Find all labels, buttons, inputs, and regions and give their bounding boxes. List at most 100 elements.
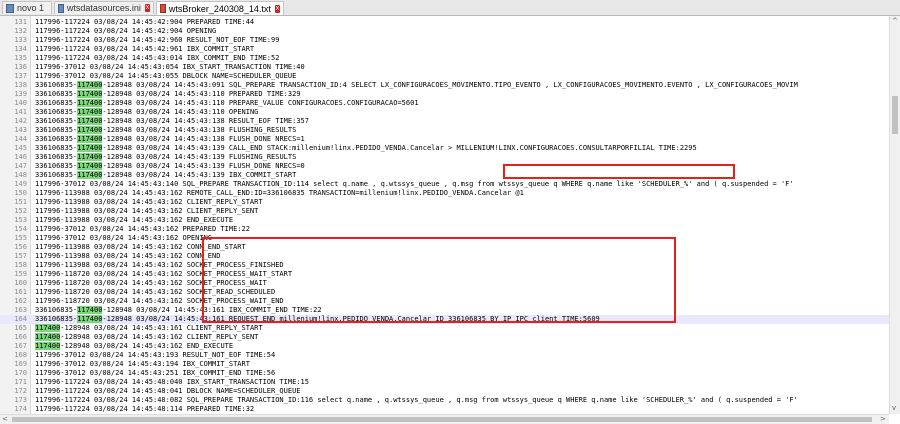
highlight-box-call-end: [503, 164, 735, 179]
log-line[interactable]: 148 336106835-117400-128948 03/08/24 14:4…: [0, 171, 889, 180]
line-number: 162: [14, 297, 27, 305]
log-line[interactable]: 131 117996-117224 03/08/24 14:45:42:904 P…: [0, 18, 889, 27]
scroll-up-icon[interactable]: ^: [892, 17, 898, 25]
log-line-text: 336106835-117400-128948 03/08/24 14:45:4…: [35, 153, 297, 161]
line-number: 168: [14, 351, 27, 359]
log-line[interactable]: 135 117996-117224 03/08/24 14:45:43:014 I…: [0, 54, 889, 63]
log-line-text: 117400-128948 03/08/24 14:45:43:162 END_…: [35, 342, 234, 350]
line-number: 170: [14, 369, 27, 377]
log-line-text: 117996-117224 03/08/24 14:45:48:114 PREP…: [35, 405, 255, 413]
line-number: 144: [14, 135, 27, 143]
line-number: 138: [14, 81, 27, 89]
line-number: 152: [14, 207, 27, 215]
log-line[interactable]: 150 117996-113988 03/08/24 14:45:43:162 R…: [0, 189, 889, 198]
log-line-text: 117996-113988 03/08/24 14:45:43:162 REMO…: [35, 189, 524, 197]
log-line-text: 336106835-117400-128948 03/08/24 14:45:4…: [35, 135, 305, 143]
log-line[interactable]: 170 117996-37012 03/08/24 14:45:43:251 IB…: [0, 369, 889, 378]
log-line[interactable]: 167 117400-128948 03/08/24 14:45:43:162 E…: [0, 342, 889, 351]
line-number: 172: [14, 387, 27, 395]
line-number: 139: [14, 90, 27, 98]
log-line-text: 336106835-117400-128948 03/08/24 14:45:4…: [35, 99, 419, 107]
log-line[interactable]: 149 117996-37012 03/08/24 14:45:43:140 SQ…: [0, 180, 889, 189]
search-highlight: 117400: [77, 108, 103, 116]
log-line[interactable]: 151 117996-113988 03/08/24 14:45:43:162 C…: [0, 198, 889, 207]
tab-label: wtsBroker_240308_14.txt: [168, 3, 271, 14]
close-icon[interactable]: x: [274, 4, 280, 13]
log-line[interactable]: 152 117996-113988 03/08/24 14:45:43:162 C…: [0, 207, 889, 216]
log-line-text: 336106835-117400-128948 03/08/24 14:45:4…: [35, 144, 697, 152]
search-highlight: 117400: [35, 342, 61, 350]
scroll-left-icon[interactable]: <: [2, 415, 8, 423]
log-line-text: 117996-117224 03/08/24 14:45:42:960 RESU…: [35, 36, 280, 44]
tab-novo-1[interactable]: novo 1: [2, 1, 52, 14]
tab-wtsbroker[interactable]: wtsBroker_240308_14.txt x: [156, 1, 284, 15]
log-line[interactable]: 166 117400-128948 03/08/24 14:45:43:162 C…: [0, 333, 889, 342]
horizontal-scroll-thumb[interactable]: [12, 417, 872, 422]
log-line[interactable]: 139 336106835-117400-128948 03/08/24 14:4…: [0, 90, 889, 99]
scroll-right-icon[interactable]: >: [880, 415, 886, 423]
log-line[interactable]: 143 336106835-117400-128948 03/08/24 14:4…: [0, 126, 889, 135]
tab-wtsdatasources[interactable]: wtsdatasources.ini x: [54, 1, 154, 14]
scroll-down-icon[interactable]: v: [892, 404, 896, 412]
search-highlight: 117400: [77, 306, 103, 314]
text-editor[interactable]: 131 117996-117224 03/08/24 14:45:42:904 P…: [0, 16, 889, 414]
log-line[interactable]: 173 117996-117224 03/08/24 14:45:48:082 S…: [0, 396, 889, 405]
log-line-text: 117996-117224 03/08/24 14:45:43:014 IBX_…: [35, 54, 280, 62]
file-icon: [6, 3, 14, 13]
log-line[interactable]: 142 336106835-117400-128948 03/08/24 14:4…: [0, 117, 889, 126]
log-line[interactable]: 133 117996-117224 03/08/24 14:45:42:960 R…: [0, 36, 889, 45]
line-number: 173: [14, 396, 27, 404]
vertical-scroll-thumb[interactable]: [892, 96, 898, 134]
log-line[interactable]: 168 117996-37012 03/08/24 14:45:43:193 RE…: [0, 351, 889, 360]
log-line[interactable]: 165 117400-128948 03/08/24 14:45:43:161 C…: [0, 324, 889, 333]
vertical-scrollbar[interactable]: ^ v: [889, 16, 900, 414]
log-line[interactable]: 169 117996-37012 03/08/24 14:45:43:194 IB…: [0, 360, 889, 369]
log-line-text: 336106835-117400-128948 03/08/24 14:45:4…: [35, 171, 297, 179]
line-number: 174: [14, 405, 27, 413]
file-icon: [58, 3, 64, 13]
log-line[interactable]: 136 117996-37012 03/08/24 14:45:43:054 IB…: [0, 63, 889, 72]
line-number: 142: [14, 117, 27, 125]
log-line[interactable]: 146 336106835-117400-128948 03/08/24 14:4…: [0, 153, 889, 162]
log-line-text: 336106835-117400-128948 03/08/24 14:45:4…: [35, 162, 305, 170]
log-line[interactable]: 144 336106835-117400-128948 03/08/24 14:4…: [0, 135, 889, 144]
horizontal-scrollbar[interactable]: < >: [0, 414, 889, 424]
log-line[interactable]: 141 336106835-117400-128948 03/08/24 14:4…: [0, 108, 889, 117]
log-line[interactable]: 171 117996-117224 03/08/24 14:45:48:040 I…: [0, 378, 889, 387]
log-line-text: 117996-113988 03/08/24 14:45:43:162 END_…: [35, 216, 234, 224]
log-line[interactable]: 137 117996-37012 03/08/24 14:45:43:055 DB…: [0, 72, 889, 81]
log-line-text: 117996-37012 03/08/24 14:45:43:140 SQL_P…: [35, 180, 794, 188]
tab-label: wtsdatasources.ini: [66, 3, 141, 13]
log-line[interactable]: 132 117996-117224 03/08/24 14:45:42:904 O…: [0, 27, 889, 36]
log-line-text: 117996-117224 03/08/24 14:45:48:082 SQL_…: [35, 396, 798, 404]
log-line-text: 117996-113988 03/08/24 14:45:43:162 CLIE…: [35, 207, 259, 215]
log-line[interactable]: 174 117996-117224 03/08/24 14:45:48:114 P…: [0, 405, 889, 414]
highlight-box-request-end: [202, 237, 676, 323]
log-line[interactable]: 147 336106835-117400-128948 03/08/24 14:4…: [0, 162, 889, 171]
search-highlight: 117400: [77, 99, 103, 107]
log-line-text: 336106835-117400-128948 03/08/24 14:45:4…: [35, 90, 301, 98]
log-line-text: 117996-117224 03/08/24 14:45:48:041 DBLO…: [35, 387, 301, 395]
line-number: 134: [14, 45, 27, 53]
line-number: 167: [14, 342, 27, 350]
line-number: 149: [14, 180, 27, 188]
log-line[interactable]: 145 336106835-117400-128948 03/08/24 14:4…: [0, 144, 889, 153]
log-line[interactable]: 134 117996-117224 03/08/24 14:45:42:961 I…: [0, 45, 889, 54]
line-number: 140: [14, 99, 27, 107]
line-number: 160: [14, 279, 27, 287]
log-line-text: 336106835-117400-128948 03/08/24 14:45:4…: [35, 108, 259, 116]
search-highlight: 117400: [77, 162, 103, 170]
line-number: 135: [14, 54, 27, 62]
search-highlight: 117400: [77, 135, 103, 143]
line-number: 164: [14, 315, 27, 323]
log-line[interactable]: 153 117996-113988 03/08/24 14:45:43:162 E…: [0, 216, 889, 225]
close-icon[interactable]: x: [144, 4, 150, 12]
line-number: 147: [14, 162, 27, 170]
log-line[interactable]: 154 117996-37012 03/08/24 14:45:43:162 PR…: [0, 225, 889, 234]
log-line-text: 336106835-117400-128948 03/08/24 14:45:4…: [35, 126, 297, 134]
search-highlight: 117400: [77, 126, 103, 134]
log-line[interactable]: 138 336106835-117400-128948 03/08/24 14:4…: [0, 81, 889, 90]
log-line[interactable]: 172 117996-117224 03/08/24 14:45:48:041 D…: [0, 387, 889, 396]
line-number: 131: [14, 18, 27, 26]
log-line[interactable]: 140 336106835-117400-128948 03/08/24 14:4…: [0, 99, 889, 108]
